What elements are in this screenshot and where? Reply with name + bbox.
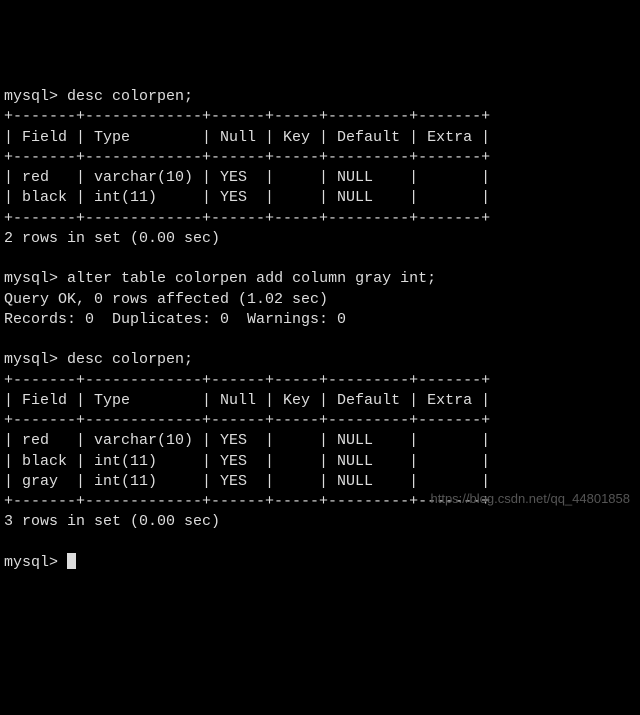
table1-sep-mid: +-------+-------------+------+-----+----… bbox=[4, 149, 490, 166]
table1-sep-bot: +-------+-------------+------+-----+----… bbox=[4, 210, 490, 227]
table1-row-2: | black | int(11) | YES | | NULL | | bbox=[4, 189, 490, 206]
table2-sep-mid: +-------+-------------+------+-----+----… bbox=[4, 412, 490, 429]
command-3: desc colorpen; bbox=[67, 351, 193, 368]
mysql-prompt: mysql> bbox=[4, 270, 58, 287]
table2-row-2: | black | int(11) | YES | | NULL | | bbox=[4, 453, 490, 470]
cursor bbox=[67, 553, 76, 569]
query-ok: Query OK, 0 rows affected (1.02 sec) bbox=[4, 291, 328, 308]
table2-header: | Field | Type | Null | Key | Default | … bbox=[4, 392, 490, 409]
table2-sep-bot: +-------+-------------+------+-----+----… bbox=[4, 493, 490, 510]
table2-row-3: | gray | int(11) | YES | | NULL | | bbox=[4, 473, 490, 490]
prompt-line-3: mysql> desc colorpen; bbox=[4, 351, 193, 368]
rows-in-set-1: 2 rows in set (0.00 sec) bbox=[4, 230, 220, 247]
table1-header: | Field | Type | Null | Key | Default | … bbox=[4, 129, 490, 146]
table2-row-1: | red | varchar(10) | YES | | NULL | | bbox=[4, 432, 490, 449]
command-2: alter table colorpen add column gray int… bbox=[67, 270, 436, 287]
command-1: desc colorpen; bbox=[67, 88, 193, 105]
table2-sep-top: +-------+-------------+------+-----+----… bbox=[4, 372, 490, 389]
table1-sep-top: +-------+-------------+------+-----+----… bbox=[4, 108, 490, 125]
records-line: Records: 0 Duplicates: 0 Warnings: 0 bbox=[4, 311, 346, 328]
mysql-prompt: mysql> bbox=[4, 351, 58, 368]
table1-row-1: | red | varchar(10) | YES | | NULL | | bbox=[4, 169, 490, 186]
prompt-line-4[interactable]: mysql> bbox=[4, 554, 76, 571]
prompt-line-1: mysql> desc colorpen; bbox=[4, 88, 193, 105]
prompt-line-2: mysql> alter table colorpen add column g… bbox=[4, 270, 436, 287]
watermark: https://blog.csdn.net/qq_44801858 bbox=[431, 490, 631, 508]
mysql-prompt: mysql> bbox=[4, 554, 58, 571]
mysql-prompt: mysql> bbox=[4, 88, 58, 105]
